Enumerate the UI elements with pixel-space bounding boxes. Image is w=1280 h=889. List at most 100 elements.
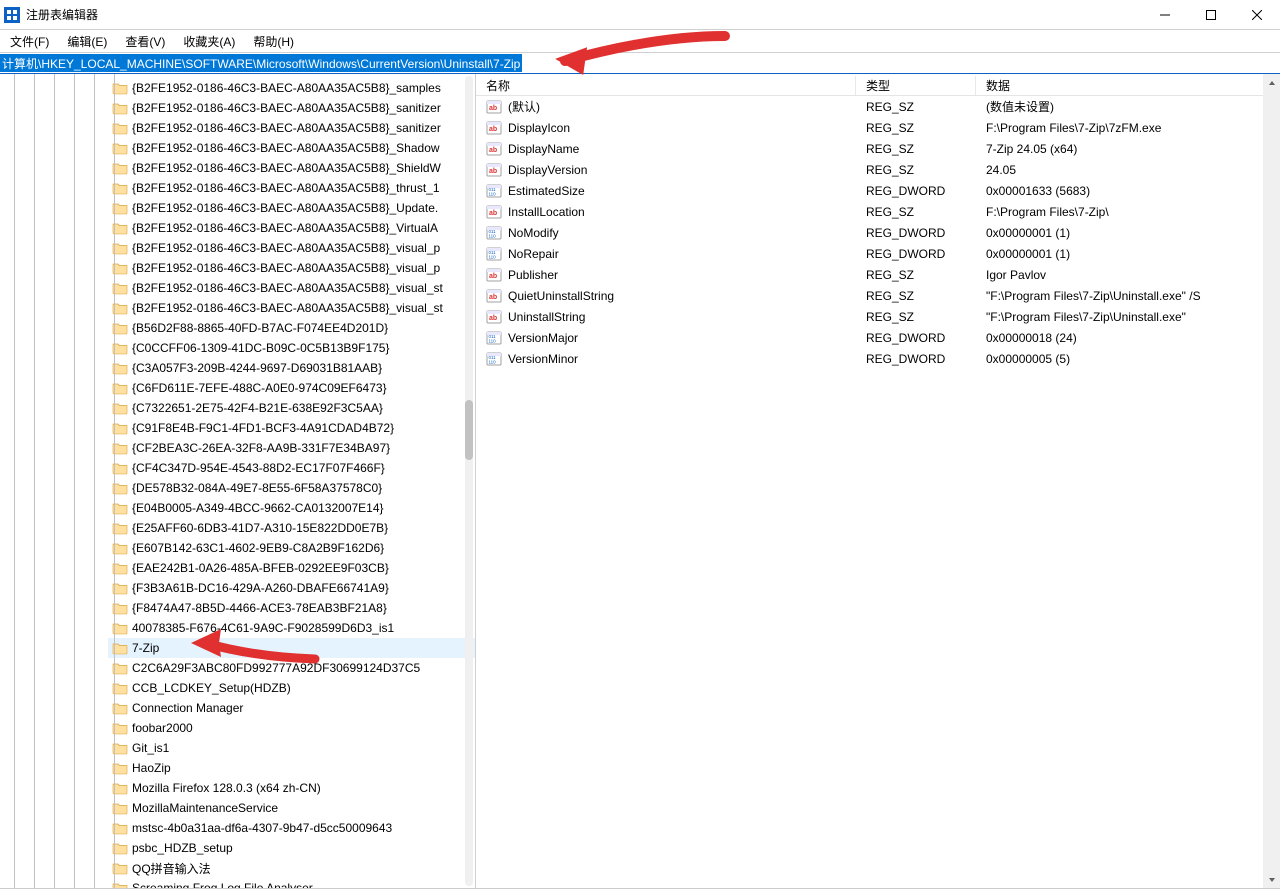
tree-guide-lines bbox=[0, 74, 120, 888]
menu-edit[interactable]: 编辑(E) bbox=[59, 31, 115, 52]
value-name: QuietUninstallString bbox=[508, 289, 614, 303]
tree-item-selected[interactable]: 7-Zip bbox=[108, 638, 475, 658]
tree-item[interactable]: {B2FE1952-0186-46C3-BAEC-A80AA35AC5B8}_s… bbox=[108, 118, 475, 138]
tree-item[interactable]: {B2FE1952-0186-46C3-BAEC-A80AA35AC5B8}_s… bbox=[108, 98, 475, 118]
scroll-up-icon[interactable] bbox=[1263, 74, 1280, 91]
value-type: REG_SZ bbox=[856, 163, 976, 177]
maximize-button[interactable] bbox=[1188, 0, 1234, 30]
folder-icon bbox=[112, 241, 128, 255]
tree-item[interactable]: CCB_LCDKEY_Setup(HDZB) bbox=[108, 678, 475, 698]
tree-item[interactable]: {EAE242B1-0A26-485A-BFEB-0292EE9F03CB} bbox=[108, 558, 475, 578]
value-row[interactable]: DisplayNameREG_SZ7-Zip 24.05 (x64) bbox=[476, 138, 1280, 159]
value-row[interactable]: DisplayIconREG_SZF:\Program Files\7-Zip\… bbox=[476, 117, 1280, 138]
tree-item-label: Git_is1 bbox=[132, 741, 169, 755]
tree-pane[interactable]: {B2FE1952-0186-46C3-BAEC-A80AA35AC5B8}_s… bbox=[0, 74, 476, 888]
value-row[interactable]: (默认)REG_SZ(数值未设置) bbox=[476, 96, 1280, 117]
tree-item[interactable]: psbc_HDZB_setup bbox=[108, 838, 475, 858]
address-bar[interactable]: 计算机\HKEY_LOCAL_MACHINE\SOFTWARE\Microsof… bbox=[0, 52, 1280, 74]
menu-file[interactable]: 文件(F) bbox=[2, 31, 57, 52]
value-type: REG_DWORD bbox=[856, 184, 976, 198]
content-area: {B2FE1952-0186-46C3-BAEC-A80AA35AC5B8}_s… bbox=[0, 74, 1280, 888]
tree-item-label: CCB_LCDKEY_Setup(HDZB) bbox=[132, 681, 291, 695]
tree-item-label: {B56D2F88-8865-40FD-B7AC-F074EE4D201D} bbox=[132, 321, 388, 335]
tree-item[interactable]: Connection Manager bbox=[108, 698, 475, 718]
value-row[interactable]: UninstallStringREG_SZ"F:\Program Files\7… bbox=[476, 306, 1280, 327]
tree-item-label: {DE578B32-084A-49E7-8E55-6F58A37578C0} bbox=[132, 481, 382, 495]
tree-item[interactable]: {DE578B32-084A-49E7-8E55-6F58A37578C0} bbox=[108, 478, 475, 498]
value-name: Publisher bbox=[508, 268, 558, 282]
tree-item[interactable]: Git_is1 bbox=[108, 738, 475, 758]
tree-item[interactable]: {CF4C347D-954E-4543-88D2-EC17F07F466F} bbox=[108, 458, 475, 478]
value-row[interactable]: DisplayVersionREG_SZ24.05 bbox=[476, 159, 1280, 180]
tree-item[interactable]: {E04B0005-A349-4BCC-9662-CA0132007E14} bbox=[108, 498, 475, 518]
tree-item[interactable]: {B2FE1952-0186-46C3-BAEC-A80AA35AC5B8}_v… bbox=[108, 238, 475, 258]
folder-icon bbox=[112, 681, 128, 695]
tree-item[interactable]: {B2FE1952-0186-46C3-BAEC-A80AA35AC5B8}_v… bbox=[108, 298, 475, 318]
menu-help[interactable]: 帮助(H) bbox=[245, 31, 302, 52]
tree-item[interactable]: foobar2000 bbox=[108, 718, 475, 738]
column-data[interactable]: 数据 bbox=[976, 76, 1280, 95]
value-row[interactable]: EstimatedSizeREG_DWORD0x00001633 (5683) bbox=[476, 180, 1280, 201]
tree-item[interactable]: {CF2BEA3C-26EA-32F8-AA9B-331F7E34BA97} bbox=[108, 438, 475, 458]
tree-item[interactable]: {C91F8E4B-F9C1-4FD1-BCF3-4A91CDAD4B72} bbox=[108, 418, 475, 438]
reg-binary-icon bbox=[486, 225, 502, 241]
folder-icon bbox=[112, 601, 128, 615]
tree-item[interactable]: Mozilla Firefox 128.0.3 (x64 zh-CN) bbox=[108, 778, 475, 798]
tree-item[interactable]: {E607B142-63C1-4602-9EB9-C8A2B9F162D6} bbox=[108, 538, 475, 558]
value-row[interactable]: QuietUninstallStringREG_SZ"F:\Program Fi… bbox=[476, 285, 1280, 306]
tree-item-label: {B2FE1952-0186-46C3-BAEC-A80AA35AC5B8}_s… bbox=[132, 101, 441, 115]
menu-favorites[interactable]: 收藏夹(A) bbox=[175, 31, 243, 52]
tree-scrollbar-thumb[interactable] bbox=[465, 400, 473, 460]
menu-view[interactable]: 查看(V) bbox=[117, 31, 173, 52]
tree-item[interactable]: {B2FE1952-0186-46C3-BAEC-A80AA35AC5B8}_s… bbox=[108, 78, 475, 98]
tree-item[interactable]: {B2FE1952-0186-46C3-BAEC-A80AA35AC5B8}_S… bbox=[108, 158, 475, 178]
tree-item[interactable]: {B2FE1952-0186-46C3-BAEC-A80AA35AC5B8}_V… bbox=[108, 218, 475, 238]
tree-item[interactable]: {C3A057F3-209B-4244-9697-D69031B81AAB} bbox=[108, 358, 475, 378]
value-name: VersionMinor bbox=[508, 352, 578, 366]
reg-binary-icon bbox=[486, 330, 502, 346]
value-type: REG_SZ bbox=[856, 205, 976, 219]
scroll-down-icon[interactable] bbox=[1263, 871, 1280, 888]
title-bar: 注册表编辑器 bbox=[0, 0, 1280, 30]
address-path[interactable]: 计算机\HKEY_LOCAL_MACHINE\SOFTWARE\Microsof… bbox=[0, 54, 522, 72]
tree-scrollbar[interactable] bbox=[465, 76, 473, 886]
value-row[interactable]: VersionMinorREG_DWORD0x00000005 (5) bbox=[476, 348, 1280, 369]
value-row[interactable]: NoRepairREG_DWORD0x00000001 (1) bbox=[476, 243, 1280, 264]
tree-item[interactable]: {B56D2F88-8865-40FD-B7AC-F074EE4D201D} bbox=[108, 318, 475, 338]
tree-item[interactable]: {B2FE1952-0186-46C3-BAEC-A80AA35AC5B8}_t… bbox=[108, 178, 475, 198]
value-name: EstimatedSize bbox=[508, 184, 585, 198]
folder-icon bbox=[112, 221, 128, 235]
tree-item[interactable]: 40078385-F676-4C61-9A9C-F9028599D6D3_is1 bbox=[108, 618, 475, 638]
value-row[interactable]: PublisherREG_SZIgor Pavlov bbox=[476, 264, 1280, 285]
folder-icon bbox=[112, 521, 128, 535]
tree-item[interactable]: {B2FE1952-0186-46C3-BAEC-A80AA35AC5B8}_v… bbox=[108, 258, 475, 278]
value-row[interactable]: NoModifyREG_DWORD0x00000001 (1) bbox=[476, 222, 1280, 243]
tree-item[interactable]: MozillaMaintenanceService bbox=[108, 798, 475, 818]
value-row[interactable]: VersionMajorREG_DWORD0x00000018 (24) bbox=[476, 327, 1280, 348]
tree-item[interactable]: Screaming Frog Log File Analyser bbox=[108, 878, 475, 888]
value-type: REG_DWORD bbox=[856, 247, 976, 261]
value-type: REG_DWORD bbox=[856, 226, 976, 240]
tree-item[interactable]: {B2FE1952-0186-46C3-BAEC-A80AA35AC5B8}_S… bbox=[108, 138, 475, 158]
values-list[interactable]: (默认)REG_SZ(数值未设置)DisplayIconREG_SZF:\Pro… bbox=[476, 96, 1280, 888]
column-type[interactable]: 类型 bbox=[856, 76, 976, 95]
tree-item[interactable]: {B2FE1952-0186-46C3-BAEC-A80AA35AC5B8}_U… bbox=[108, 198, 475, 218]
tree-item[interactable]: C2C6A29F3ABC80FD992777A92DF30699124D37C5 bbox=[108, 658, 475, 678]
tree-item[interactable]: {F3B3A61B-DC16-429A-A260-DBAFE66741A9} bbox=[108, 578, 475, 598]
tree-item[interactable]: mstsc-4b0a31aa-df6a-4307-9b47-d5cc500096… bbox=[108, 818, 475, 838]
tree-item[interactable]: {B2FE1952-0186-46C3-BAEC-A80AA35AC5B8}_v… bbox=[108, 278, 475, 298]
tree-item[interactable]: {E25AFF60-6DB3-41D7-A310-15E822DD0E7B} bbox=[108, 518, 475, 538]
right-scrollbar[interactable] bbox=[1263, 74, 1280, 888]
tree-item-label: {B2FE1952-0186-46C3-BAEC-A80AA35AC5B8}_v… bbox=[132, 301, 443, 315]
tree-item[interactable]: {C0CCFF06-1309-41DC-B09C-0C5B13B9F175} bbox=[108, 338, 475, 358]
value-row[interactable]: InstallLocationREG_SZF:\Program Files\7-… bbox=[476, 201, 1280, 222]
tree-item[interactable]: HaoZip bbox=[108, 758, 475, 778]
tree-item[interactable]: QQ拼音输入法 bbox=[108, 858, 475, 878]
tree-item[interactable]: {F8474A47-8B5D-4466-ACE3-78EAB3BF21A8} bbox=[108, 598, 475, 618]
column-name[interactable]: 名称 bbox=[476, 76, 856, 95]
tree-item[interactable]: {C7322651-2E75-42F4-B21E-638E92F3C5AA} bbox=[108, 398, 475, 418]
tree-item[interactable]: {C6FD611E-7EFE-488C-A0E0-974C09EF6473} bbox=[108, 378, 475, 398]
close-button[interactable] bbox=[1234, 0, 1280, 30]
minimize-button[interactable] bbox=[1142, 0, 1188, 30]
value-type: REG_SZ bbox=[856, 289, 976, 303]
